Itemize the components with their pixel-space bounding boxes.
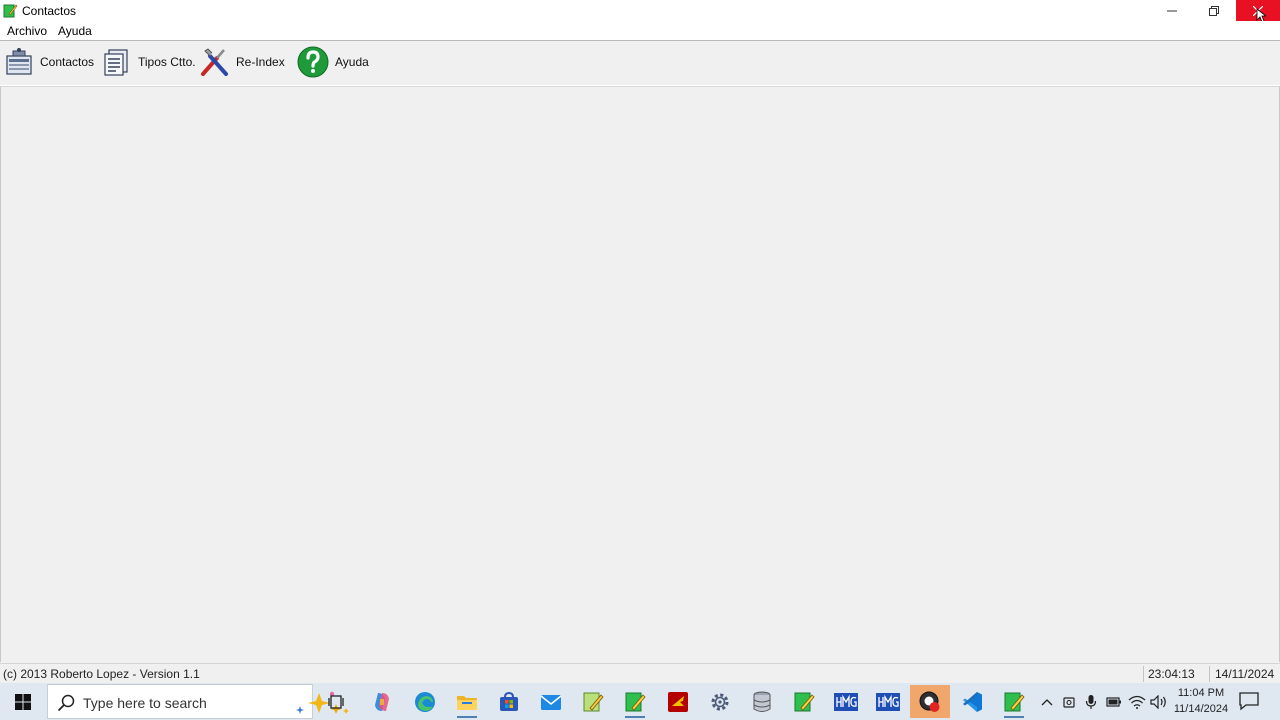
copilot-icon — [375, 692, 389, 711]
taskbar-contactos-app[interactable] — [994, 685, 1034, 718]
tools-icon — [201, 47, 228, 76]
store-icon — [500, 691, 518, 711]
search-placeholder: Type here to search — [83, 695, 207, 711]
status-separator — [1143, 666, 1144, 682]
taskbar-copilot[interactable] — [362, 685, 402, 718]
taskbar-database[interactable] — [742, 685, 782, 718]
notepad-app-icon — [583, 692, 604, 711]
taskbar-edge[interactable] — [405, 685, 445, 718]
taskbar-hmg[interactable] — [826, 685, 866, 718]
taskbar-search-box[interactable]: Type here to search — [47, 684, 349, 719]
edge-icon — [415, 691, 435, 712]
tray-overflow[interactable] — [1037, 692, 1057, 712]
settings-gear-icon — [711, 693, 729, 710]
running-indicator — [457, 716, 477, 718]
status-bar: (c) 2013 Roberto Lopez - Version 1.1 23:… — [0, 663, 1280, 684]
minimize-icon — [1167, 10, 1177, 11]
start-button[interactable] — [0, 683, 46, 720]
hmg-icon — [834, 692, 858, 711]
running-indicator — [625, 716, 645, 718]
tray-battery[interactable] — [1104, 692, 1124, 712]
database-icon — [753, 691, 771, 712]
contactos-app-icon — [1004, 692, 1025, 711]
title-bar: Contactos — [0, 0, 1280, 23]
mail-icon — [540, 694, 562, 710]
taskbar-filezilla[interactable] — [658, 685, 698, 718]
battery-icon — [1106, 697, 1121, 707]
notepad-app-2-icon — [625, 692, 646, 711]
toolbar-contactos-label: Contactos — [40, 55, 95, 69]
document-list-icon — [104, 49, 128, 76]
tray-network[interactable] — [1127, 692, 1147, 712]
running-indicator — [1004, 716, 1024, 718]
filezilla-icon — [668, 691, 688, 712]
toolbar-reindex-label: Re-Index — [236, 55, 285, 69]
toolbar-ayuda-button[interactable]: Ayuda — [297, 44, 369, 80]
speaker-volume-icon — [1150, 695, 1166, 709]
taskbar: Type here to search 11:04 PM 11/14/2024 — [0, 683, 1280, 720]
clock-date: 11/14/2024 — [1173, 703, 1229, 715]
toolbar-tipos-ctto-button[interactable]: Tipos Ctto. — [102, 44, 196, 80]
clock-time: 11:04 PM — [1177, 687, 1225, 699]
wifi-icon — [1128, 695, 1146, 709]
notepad-pencil-icon — [3, 4, 18, 18]
taskbar-vscode[interactable] — [952, 685, 992, 718]
help-question-icon — [297, 46, 329, 78]
tray-volume[interactable] — [1149, 692, 1169, 712]
notification-center-button[interactable] — [1238, 691, 1260, 714]
taskbar-notepad-3[interactable] — [784, 685, 824, 718]
taskbar-store[interactable] — [489, 685, 529, 718]
toolbar: Contactos Tipos Ctto. Re-Index Ayuda — [0, 41, 1280, 86]
window-title: Contactos — [22, 4, 77, 18]
camera-icon — [1063, 697, 1075, 708]
tray-camera[interactable] — [1059, 692, 1079, 712]
main-client-area — [0, 87, 1280, 662]
task-view-icon — [328, 694, 344, 709]
obs-record-icon — [919, 691, 940, 712]
search-icon — [57, 694, 75, 712]
taskbar-hmg-2[interactable] — [868, 685, 908, 718]
restore-button[interactable] — [1192, 0, 1236, 21]
vscode-icon — [963, 691, 982, 712]
address-book-icon — [6, 48, 32, 75]
restore-icon — [1209, 5, 1219, 16]
toolbar-tipos-ctto-label: Tipos Ctto. — [138, 55, 196, 69]
taskbar-notepad-2[interactable] — [615, 685, 655, 718]
notepad-app-3-icon — [794, 692, 815, 711]
status-copyright: (c) 2013 Roberto Lopez - Version 1.1 — [3, 667, 200, 681]
taskbar-clock[interactable]: 11:04 PM 11/14/2024 — [1170, 685, 1232, 717]
hmg-2-icon — [876, 692, 900, 711]
toolbar-contactos-button[interactable]: Contactos — [4, 44, 94, 80]
taskbar-settings[interactable] — [700, 685, 740, 718]
taskbar-mail[interactable] — [531, 685, 571, 718]
status-date: 14/11/2024 — [1215, 667, 1275, 681]
file-explorer-icon — [457, 695, 477, 710]
tray-microphone[interactable] — [1081, 692, 1101, 712]
menu-ayuda[interactable]: Ayuda — [58, 24, 92, 38]
windows-logo-icon — [15, 693, 31, 710]
minimize-button[interactable] — [1150, 0, 1194, 21]
toolbar-reindex-button[interactable]: Re-Index — [199, 44, 285, 80]
menu-archivo[interactable]: Archivo — [7, 24, 47, 38]
status-time: 23:04:13 — [1148, 667, 1195, 681]
taskbar-obs[interactable] — [910, 685, 950, 718]
taskbar-file-explorer[interactable] — [447, 685, 487, 718]
menu-bar: Archivo Ayuda — [0, 21, 1280, 41]
taskbar-task-view[interactable] — [317, 685, 357, 718]
chevron-up-icon — [1041, 699, 1053, 706]
toolbar-ayuda-label: Ayuda — [335, 55, 369, 69]
microphone-icon — [1085, 695, 1097, 709]
status-separator — [1209, 666, 1210, 682]
taskbar-notepad[interactable] — [573, 685, 613, 718]
notification-icon — [1239, 692, 1259, 711]
